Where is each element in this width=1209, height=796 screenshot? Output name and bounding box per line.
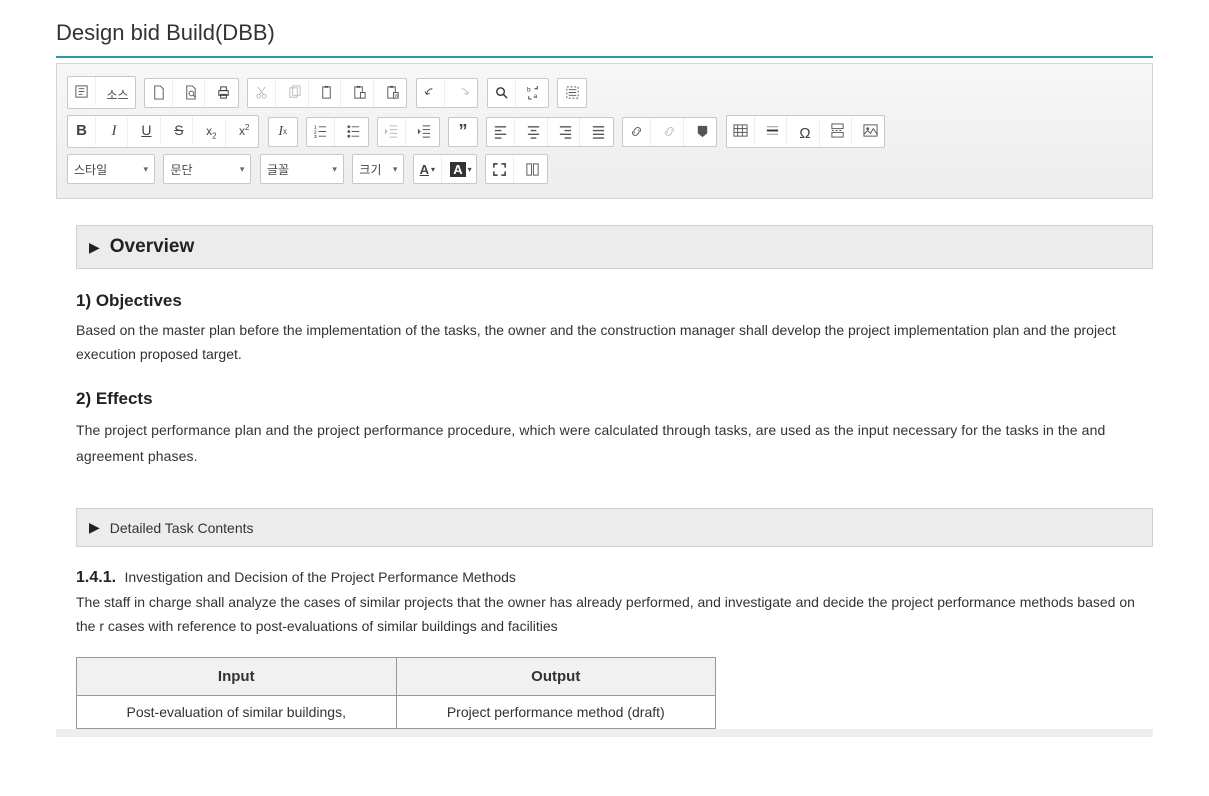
detailed-section-header: ▶ Detailed Task Contents bbox=[76, 508, 1153, 547]
section-number: 1.4.1. bbox=[76, 569, 116, 586]
paste-button[interactable] bbox=[313, 79, 341, 107]
align-right-button[interactable] bbox=[552, 118, 580, 146]
preview-button[interactable] bbox=[177, 79, 205, 107]
paragraph-select[interactable]: 문단▾ bbox=[163, 154, 251, 184]
italic-button[interactable]: I bbox=[100, 118, 128, 146]
new-doc-button[interactable] bbox=[145, 79, 173, 107]
strike-button[interactable]: S bbox=[165, 116, 193, 144]
style-select[interactable]: 스타일▾ bbox=[67, 154, 155, 184]
subscript-button[interactable]: x2 bbox=[198, 119, 226, 147]
maximize-button[interactable] bbox=[486, 155, 514, 183]
page-title: Design bid Build(DBB) bbox=[56, 20, 1153, 46]
anchor-button[interactable] bbox=[688, 118, 716, 146]
detailed-title: Detailed Task Contents bbox=[110, 520, 254, 536]
objectives-heading: 1) Objectives bbox=[76, 291, 1153, 311]
source-button[interactable] bbox=[68, 77, 96, 105]
hr-button[interactable] bbox=[759, 116, 787, 144]
pagebreak-button[interactable] bbox=[824, 116, 852, 144]
td-output: Project performance method (draft) bbox=[396, 695, 716, 728]
svg-text:a: a bbox=[534, 93, 538, 100]
align-left-button[interactable] bbox=[487, 118, 515, 146]
triangle-icon: ▶ bbox=[89, 239, 100, 256]
superscript-button[interactable]: x2 bbox=[230, 117, 258, 145]
source-label[interactable]: 소스 bbox=[100, 80, 134, 108]
editor-toolbar: 소스 W bbox=[56, 63, 1153, 199]
bold-button[interactable]: B bbox=[68, 117, 96, 145]
size-select[interactable]: 크기▾ bbox=[352, 154, 404, 184]
effects-body: The project performance plan and the pro… bbox=[76, 417, 1153, 470]
th-output: Output bbox=[396, 657, 716, 695]
unordered-list-button[interactable] bbox=[340, 118, 368, 146]
copy-button[interactable] bbox=[281, 79, 309, 107]
underline-button[interactable]: U bbox=[133, 116, 161, 144]
indent-button[interactable] bbox=[411, 118, 439, 146]
title-divider bbox=[56, 56, 1153, 58]
bottom-bar bbox=[56, 729, 1153, 737]
th-input: Input bbox=[77, 657, 397, 695]
cut-button[interactable] bbox=[248, 79, 276, 107]
section-number-title: Investigation and Decision of the Projec… bbox=[124, 569, 515, 585]
selectall-button[interactable] bbox=[558, 79, 586, 107]
image-button[interactable] bbox=[856, 116, 884, 144]
unlink-button[interactable] bbox=[656, 118, 684, 146]
table-button[interactable] bbox=[727, 116, 755, 144]
show-blocks-button[interactable] bbox=[519, 155, 547, 183]
align-center-button[interactable] bbox=[520, 118, 548, 146]
svg-text:W: W bbox=[394, 93, 399, 98]
svg-text:3: 3 bbox=[314, 134, 317, 139]
table-header-row: Input Output bbox=[77, 657, 716, 695]
section-body: The staff in charge shall analyze the ca… bbox=[76, 591, 1153, 639]
objectives-body: Based on the master plan before the impl… bbox=[76, 319, 1153, 367]
paste-text-button[interactable] bbox=[346, 79, 374, 107]
triangle-icon: ▶ bbox=[89, 519, 100, 536]
ordered-list-button[interactable]: 123 bbox=[307, 118, 335, 146]
editor-content[interactable]: ▶ Overview 1) Objectives Based on the ma… bbox=[56, 199, 1153, 728]
svg-text:b: b bbox=[527, 87, 531, 94]
remove-format-button[interactable]: Ix bbox=[269, 118, 297, 146]
replace-button[interactable]: ba bbox=[520, 79, 548, 107]
specialchar-button[interactable]: Ω bbox=[792, 119, 820, 147]
redo-button[interactable] bbox=[449, 79, 477, 107]
td-input: Post-evaluation of similar buildings, bbox=[77, 695, 397, 728]
overview-section-header: ▶ Overview bbox=[76, 225, 1153, 269]
io-table: Input Output Post-evaluation of similar … bbox=[76, 657, 716, 729]
effects-heading: 2) Effects bbox=[76, 389, 1153, 409]
font-select[interactable]: 글꼴▾ bbox=[260, 154, 344, 184]
text-color-button[interactable]: A▾ bbox=[414, 155, 442, 183]
link-button[interactable] bbox=[623, 118, 651, 146]
table-row: Post-evaluation of similar buildings, Pr… bbox=[77, 695, 716, 728]
bg-color-button[interactable]: A▾ bbox=[446, 155, 475, 183]
print-button[interactable] bbox=[210, 79, 238, 107]
find-button[interactable] bbox=[488, 79, 516, 107]
paste-word-button[interactable]: W bbox=[378, 79, 406, 107]
outdent-button[interactable] bbox=[378, 118, 406, 146]
align-justify-button[interactable] bbox=[585, 118, 613, 146]
overview-title: Overview bbox=[110, 236, 195, 258]
blockquote-button[interactable]: ” bbox=[449, 118, 477, 146]
undo-button[interactable] bbox=[417, 79, 445, 107]
